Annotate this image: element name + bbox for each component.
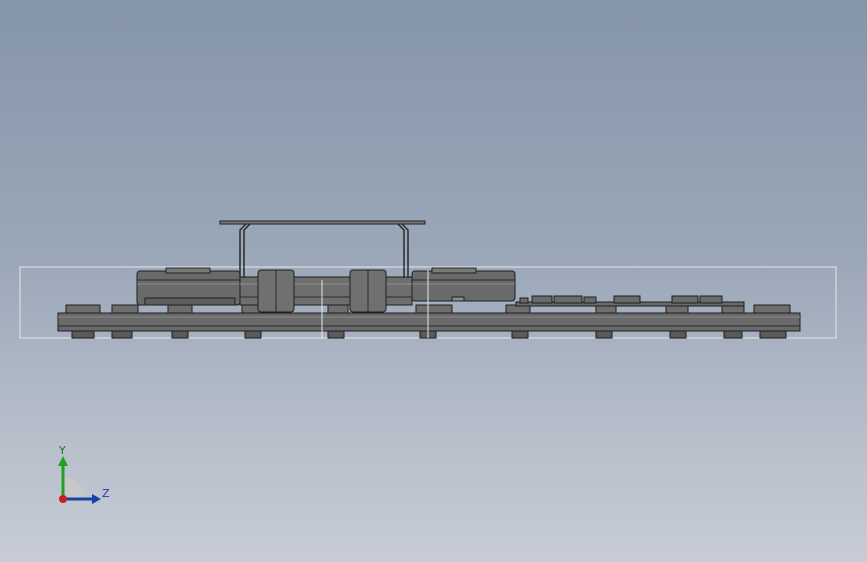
cad-viewport[interactable]: Y Z	[0, 0, 867, 562]
center-cylinder[interactable]	[239, 269, 413, 313]
z-axis-arrowhead	[92, 494, 101, 504]
right-components	[515, 295, 745, 307]
y-axis-arrowhead	[58, 456, 68, 466]
x-axis-dot	[59, 495, 67, 503]
lifting-handle[interactable]	[219, 220, 426, 278]
model-side-view[interactable]	[0, 0, 867, 562]
y-axis-label: Y	[59, 444, 66, 457]
orientation-triad[interactable]: Y Z	[48, 440, 118, 510]
base-plate[interactable]	[57, 312, 801, 332]
base-feet	[71, 330, 787, 339]
z-axis-label: Z	[102, 487, 110, 500]
triad-plane	[63, 477, 85, 499]
right-housing[interactable]	[411, 267, 516, 302]
left-housing[interactable]	[136, 267, 241, 306]
